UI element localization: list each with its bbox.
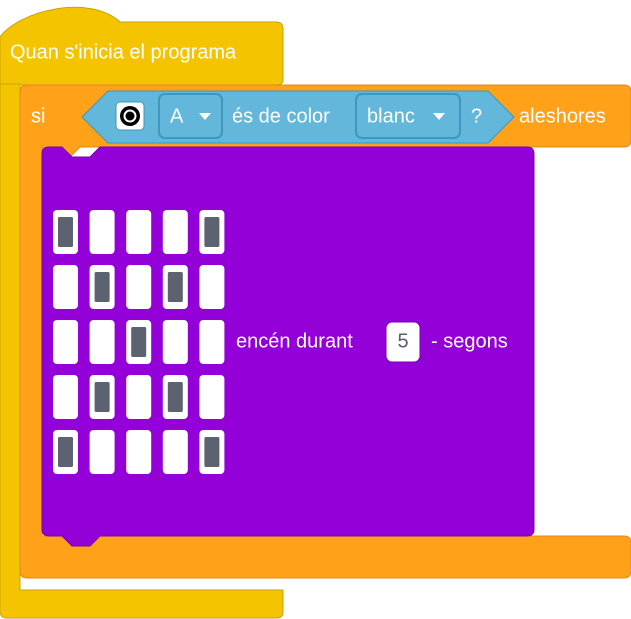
matrix-pixel[interactable]: [162, 375, 188, 419]
matrix-pixel[interactable]: [199, 210, 225, 254]
matrix-pixel[interactable]: [89, 265, 115, 309]
matrix-pixel[interactable]: [162, 210, 188, 254]
matrix-pixel[interactable]: [162, 320, 188, 364]
color-condition-block[interactable]: A és de color blanc ?: [81, 90, 515, 144]
port-dropdown[interactable]: A: [158, 93, 223, 139]
matrix-pixel[interactable]: [199, 375, 225, 419]
matrix-pixel[interactable]: [126, 320, 152, 364]
duration-value: 5: [397, 330, 408, 352]
condition-middle-label: és de color: [232, 105, 330, 127]
matrix-pixel[interactable]: [89, 320, 115, 364]
color-sensor-icon: [115, 101, 145, 131]
matrix-pixel[interactable]: [199, 320, 225, 364]
matrix-pixel[interactable]: [53, 265, 78, 309]
color-dropdown[interactable]: blanc: [355, 93, 461, 139]
matrix-pixel[interactable]: [199, 430, 225, 474]
light-suffix-label: - segons: [431, 330, 508, 352]
matrix-pixel[interactable]: [126, 375, 152, 419]
if-label: si: [31, 105, 45, 127]
matrix-pixel[interactable]: [89, 430, 115, 474]
color-value: blanc: [367, 105, 415, 127]
port-value: A: [170, 105, 184, 127]
duration-input[interactable]: 5: [385, 321, 421, 363]
light-prefix-label: encén durant: [236, 330, 353, 352]
matrix-pixel[interactable]: [53, 375, 78, 419]
matrix-pixel[interactable]: [126, 265, 152, 309]
hat-block-label: Quan s'inicia el programa: [10, 41, 237, 63]
then-label: aleshores: [519, 105, 606, 127]
question-mark: ?: [471, 105, 482, 127]
matrix-pixel[interactable]: [126, 430, 152, 474]
matrix-pixel[interactable]: [89, 375, 115, 419]
code-canvas: Quan s'inicia el programa si aleshores A…: [0, 0, 631, 619]
light-up-duration-block[interactable]: encén durant 5 - segons: [41, 146, 535, 547]
matrix-pixel[interactable]: [53, 320, 78, 364]
matrix-pixel[interactable]: [126, 210, 152, 254]
matrix-pixel[interactable]: [53, 430, 78, 474]
matrix-pixel[interactable]: [162, 430, 188, 474]
matrix-pixel[interactable]: [89, 210, 115, 254]
matrix-pixel[interactable]: [53, 210, 78, 254]
matrix-pixel[interactable]: [162, 265, 188, 309]
matrix-pixel[interactable]: [199, 265, 225, 309]
